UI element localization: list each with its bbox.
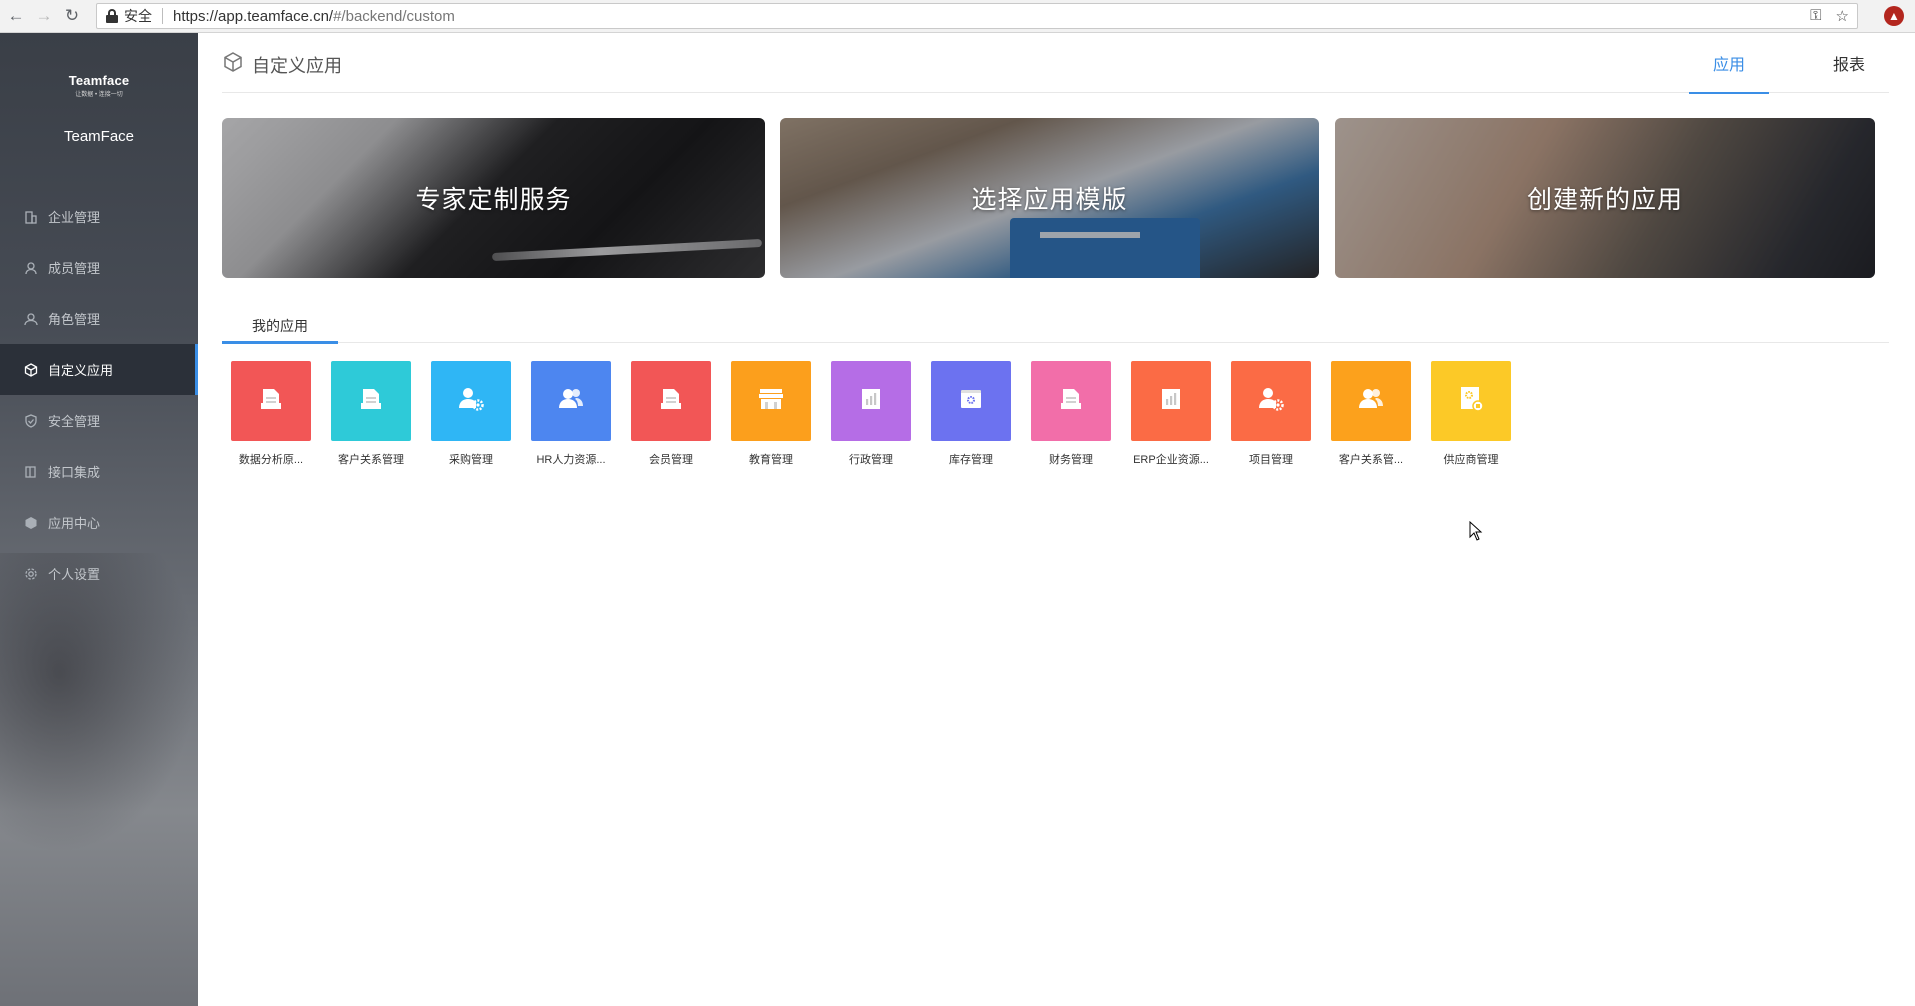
url-text[interactable]: https://app.teamface.cn/#/backend/custom bbox=[173, 8, 455, 25]
app-label: 行政管理 bbox=[849, 454, 893, 466]
app-tile[interactable] bbox=[631, 361, 711, 441]
plug-icon bbox=[23, 464, 39, 480]
section-tabs: 我的应用 bbox=[222, 309, 1889, 344]
app-item-membership[interactable]: 会员管理 bbox=[631, 361, 731, 471]
app-tile[interactable] bbox=[1031, 361, 1111, 441]
app-label: ERP企业资源... bbox=[1133, 454, 1209, 466]
sidebar-item-integration[interactable]: 接口集成 bbox=[0, 446, 198, 497]
app-tile[interactable] bbox=[531, 361, 611, 441]
sidebar-item-roles[interactable]: 角色管理 bbox=[0, 293, 198, 344]
form-icon bbox=[1057, 385, 1085, 418]
mouse-cursor-icon bbox=[1469, 521, 1483, 541]
page-title: 自定义应用 bbox=[222, 51, 342, 78]
lock-icon bbox=[106, 9, 118, 23]
doc-gear-icon bbox=[1456, 384, 1486, 419]
app-item-erp[interactable]: ERP企业资源... bbox=[1131, 361, 1231, 471]
extension-icon[interactable]: ▲ bbox=[1884, 6, 1904, 26]
gear-icon bbox=[23, 566, 39, 582]
app-label: 会员管理 bbox=[649, 454, 693, 466]
cube-icon bbox=[222, 51, 244, 78]
app-tile[interactable] bbox=[831, 361, 911, 441]
store-icon bbox=[756, 384, 786, 419]
cube-icon bbox=[23, 362, 39, 378]
banner-row: 专家定制服务 选择应用模版 创建新的应用 bbox=[222, 118, 1875, 278]
banner-create-app[interactable]: 创建新的应用 bbox=[1335, 118, 1875, 278]
sidebar: Teamface 让数据 • 连接一切 TeamFace 企业管理 成员管理 角… bbox=[0, 33, 198, 1006]
shield-icon bbox=[23, 413, 39, 429]
app-item-education[interactable]: 教育管理 bbox=[731, 361, 831, 471]
banner-expert-service[interactable]: 专家定制服务 bbox=[222, 118, 765, 278]
app-grid: 数据分析原... 客户关系管理 采购管理 HR人力资源... 会员管理 教育管理 行政管理 库… bbox=[231, 361, 1871, 481]
app-tile[interactable] bbox=[931, 361, 1011, 441]
app-tile[interactable] bbox=[1231, 361, 1311, 441]
sidebar-menu: 企业管理 成员管理 角色管理 自定义应用 安全管理 接口集成 应用中心 个人设置 bbox=[0, 191, 198, 599]
app-tile[interactable] bbox=[1431, 361, 1511, 441]
chart-icon bbox=[857, 385, 885, 418]
tab-my-apps[interactable]: 我的应用 bbox=[222, 309, 338, 344]
sidebar-item-custom-apps[interactable]: 自定义应用 bbox=[0, 344, 198, 395]
user-gear-icon bbox=[1256, 384, 1286, 419]
app-tile[interactable] bbox=[231, 361, 311, 441]
app-label: 供应商管理 bbox=[1443, 454, 1499, 466]
app-label: HR人力资源... bbox=[536, 454, 606, 466]
app-center-icon bbox=[23, 515, 39, 531]
app-item-inventory[interactable]: 库存管理 bbox=[931, 361, 1031, 471]
reload-icon[interactable]: ↻ bbox=[60, 4, 84, 28]
address-bar[interactable]: 安全 https://app.teamface.cn/#/backend/cus… bbox=[96, 3, 1858, 29]
form-icon bbox=[257, 385, 285, 418]
forward-icon[interactable]: → bbox=[32, 4, 56, 28]
back-icon[interactable]: ← bbox=[4, 4, 28, 28]
app-label: 项目管理 bbox=[1249, 454, 1293, 466]
app-tile[interactable] bbox=[731, 361, 811, 441]
user-icon bbox=[23, 260, 39, 276]
app-item-hr[interactable]: HR人力资源... bbox=[531, 361, 631, 471]
app-item-procurement[interactable]: 采购管理 bbox=[431, 361, 531, 471]
form-icon bbox=[657, 385, 685, 418]
app-tile[interactable] bbox=[331, 361, 411, 441]
page-header: 自定义应用 应用 报表 bbox=[222, 33, 1889, 94]
star-icon[interactable]: ☆ bbox=[1836, 7, 1849, 25]
tab-reports[interactable]: 报表 bbox=[1809, 33, 1889, 93]
app-label: 教育管理 bbox=[749, 454, 793, 466]
app-label: 客户关系管理 bbox=[338, 454, 404, 466]
chart-icon bbox=[1157, 385, 1185, 418]
app-item-crm[interactable]: 客户关系管理 bbox=[331, 361, 431, 471]
app-item-project[interactable]: 项目管理 bbox=[1231, 361, 1331, 471]
box-gear-icon bbox=[957, 385, 985, 418]
logo: Teamface 让数据 • 连接一切 bbox=[68, 73, 130, 98]
app-item-finance[interactable]: 财务管理 bbox=[1031, 361, 1131, 471]
app-label: 数据分析原... bbox=[238, 454, 304, 466]
app-label: 采购管理 bbox=[449, 454, 493, 466]
banner-choose-template[interactable]: 选择应用模版 bbox=[780, 118, 1319, 278]
sidebar-item-enterprise[interactable]: 企业管理 bbox=[0, 191, 198, 242]
users-icon bbox=[1356, 384, 1386, 419]
building-icon bbox=[23, 209, 39, 225]
header-tabs: 应用 报表 bbox=[1649, 33, 1889, 94]
secure-label: 安全 bbox=[124, 8, 152, 24]
app-tile[interactable] bbox=[431, 361, 511, 441]
app-label: 库存管理 bbox=[949, 454, 993, 466]
app-item-administration[interactable]: 行政管理 bbox=[831, 361, 931, 471]
role-icon bbox=[23, 311, 39, 327]
key-icon[interactable]: ⚿ bbox=[1810, 7, 1821, 25]
app-tile[interactable] bbox=[1131, 361, 1211, 441]
app-item-crm-2[interactable]: 客户关系管... bbox=[1331, 361, 1431, 471]
app-label: 财务管理 bbox=[1049, 454, 1093, 466]
company-name: TeamFace bbox=[63, 128, 135, 145]
tab-apps[interactable]: 应用 bbox=[1689, 33, 1769, 94]
sidebar-item-personal-settings[interactable]: 个人设置 bbox=[0, 548, 198, 599]
user-gear-icon bbox=[456, 384, 486, 419]
app-label: 客户关系管... bbox=[1338, 454, 1404, 466]
app-tile[interactable] bbox=[1331, 361, 1411, 441]
sidebar-item-app-center[interactable]: 应用中心 bbox=[0, 497, 198, 548]
app-item-supplier[interactable]: 供应商管理 bbox=[1431, 361, 1531, 471]
sidebar-item-members[interactable]: 成员管理 bbox=[0, 242, 198, 293]
main-content: 自定义应用 应用 报表 专家定制服务 选择应用模版 创建新的应用 我的应用 数据… bbox=[198, 33, 1915, 1006]
app-item-data-analysis[interactable]: 数据分析原... bbox=[231, 361, 331, 471]
users-icon bbox=[556, 384, 586, 419]
browser-toolbar: ← → ↻ 安全 https://app.teamface.cn/#/backe… bbox=[0, 0, 1915, 33]
form-icon bbox=[357, 385, 385, 418]
sidebar-item-security[interactable]: 安全管理 bbox=[0, 395, 198, 446]
